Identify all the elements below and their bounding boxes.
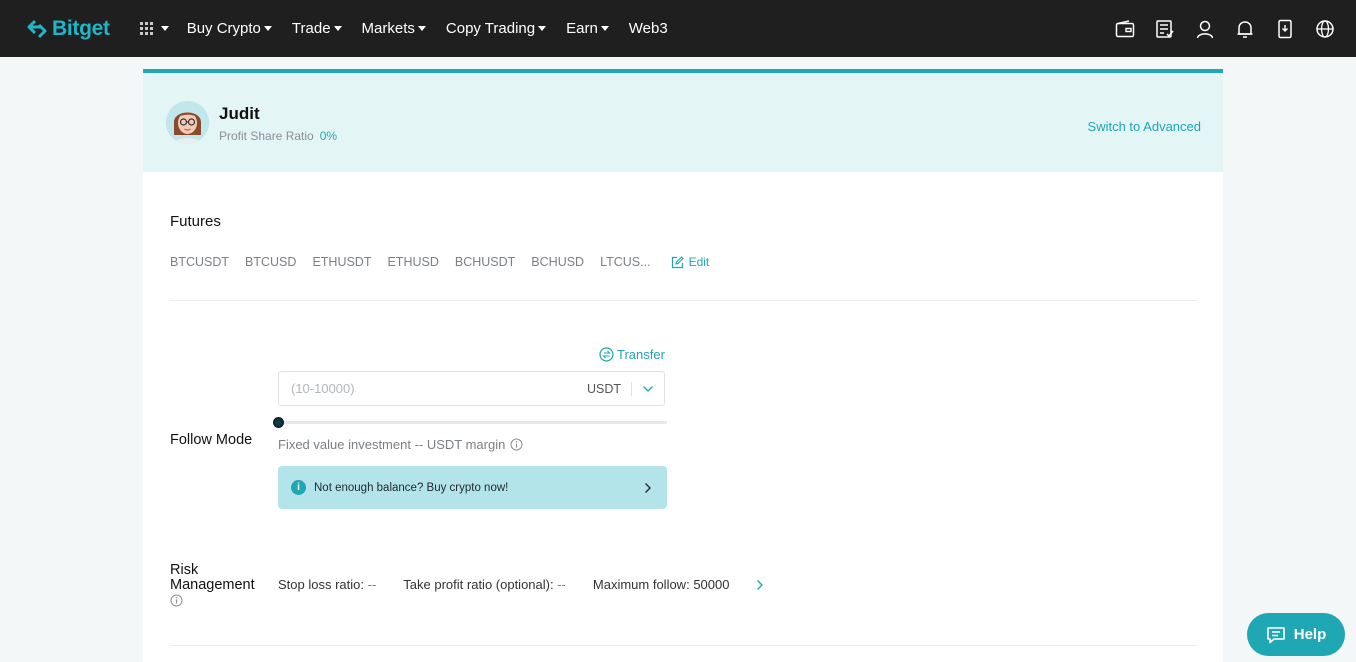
buy-crypto-banner[interactable]: i Not enough balance? Buy crypto now! xyxy=(278,466,667,509)
orders-icon[interactable] xyxy=(1154,18,1176,40)
amount-slider-track[interactable] xyxy=(278,421,667,424)
edit-icon xyxy=(671,255,684,268)
download-icon[interactable] xyxy=(1274,18,1296,40)
transfer-button[interactable]: Transfer xyxy=(599,347,665,362)
nav-label: Trade xyxy=(291,20,331,37)
follow-mode-description: Fixed value investment -- USDT margin xyxy=(278,437,523,452)
help-button[interactable]: Help xyxy=(1247,613,1345,656)
banner-text: Not enough balance? Buy crypto now! xyxy=(314,481,509,494)
follow-mode-description-text: Fixed value investment -- USDT margin xyxy=(278,437,506,452)
wallet-icon[interactable] xyxy=(1114,18,1136,40)
risk-settings-row[interactable]: Stop loss ratio: -- Take profit ratio (o… xyxy=(278,577,764,592)
logo-text: Bitget xyxy=(52,16,110,40)
amount-input[interactable] xyxy=(279,381,587,396)
chevron-down-icon xyxy=(643,385,653,392)
risk-label-line2: Management xyxy=(170,577,255,593)
max-follow-value: 50000 xyxy=(693,577,730,592)
futures-section-title: Futures xyxy=(170,213,221,230)
take-profit-item: Take profit ratio (optional): -- xyxy=(403,577,566,592)
pair-item[interactable]: ETHUSDT xyxy=(312,255,371,269)
chevron-down-icon xyxy=(538,26,547,31)
pair-item[interactable]: BCHUSDT xyxy=(455,255,515,269)
chevron-down-icon xyxy=(333,26,342,31)
apps-menu-button[interactable] xyxy=(139,22,169,35)
risk-label-line1: Risk xyxy=(170,562,199,578)
avatar xyxy=(166,101,209,144)
edit-pairs-button[interactable]: Edit xyxy=(671,255,710,269)
nav-label: Earn xyxy=(566,20,598,37)
stop-loss-value: -- xyxy=(367,577,377,592)
profit-share-row: Profit Share Ratio 0% xyxy=(219,129,337,143)
unit-label: USDT xyxy=(586,381,621,396)
amount-slider-handle[interactable] xyxy=(273,417,284,428)
take-profit-value: -- xyxy=(557,577,566,592)
trader-name: Judit xyxy=(219,104,260,123)
apps-grid-icon xyxy=(139,22,153,35)
chevron-down-icon xyxy=(600,26,609,31)
stop-loss-item: Stop loss ratio: -- xyxy=(278,577,376,592)
section-divider xyxy=(170,300,1197,301)
trader-profile-header: Judit Profit Share Ratio 0% Switch to Adv… xyxy=(143,73,1223,172)
amount-field: USDT xyxy=(278,371,665,406)
take-profit-label: Take profit ratio (optional): xyxy=(403,577,554,592)
chevron-down-icon xyxy=(263,26,272,31)
profit-share-label: Profit Share Ratio xyxy=(219,129,314,143)
nav-buy-crypto[interactable]: Buy Crypto xyxy=(187,20,272,37)
bell-icon[interactable] xyxy=(1234,18,1256,40)
nav-right-icons xyxy=(1096,0,1336,57)
profit-share-value: 0% xyxy=(319,129,338,143)
nav-markets[interactable]: Markets xyxy=(362,20,426,37)
unit-dropdown[interactable] xyxy=(632,385,664,393)
nav-label: Markets xyxy=(361,20,415,37)
info-icon: i xyxy=(291,480,306,495)
main-nav: Buy Crypto Trade Markets Copy Trading Ea… xyxy=(187,20,688,37)
pair-item[interactable]: BCHUSD xyxy=(531,255,584,269)
chat-icon xyxy=(1266,626,1285,643)
futures-pairs-list: BTCUSDT BTCUSD ETHUSDT ETHUSD BCHUSDT BC… xyxy=(170,255,709,269)
pair-item[interactable]: BTCUSDT xyxy=(170,255,229,269)
info-icon[interactable] xyxy=(510,438,523,451)
chevron-down-icon xyxy=(417,26,426,31)
follow-mode-label: Follow Mode xyxy=(170,432,253,448)
bitget-logo[interactable]: Bitget xyxy=(26,17,110,41)
stop-loss-label: Stop loss ratio: xyxy=(278,577,364,592)
pair-item[interactable]: BTCUSD xyxy=(245,255,296,269)
nav-label: Copy Trading xyxy=(445,20,536,37)
nav-web3[interactable]: Web3 xyxy=(629,20,668,37)
section-divider xyxy=(170,645,1197,646)
nav-label: Buy Crypto xyxy=(186,20,261,37)
transfer-icon xyxy=(599,347,614,362)
nav-earn[interactable]: Earn xyxy=(566,20,609,37)
chevron-down-icon xyxy=(160,26,169,31)
risk-management-label: Risk Management xyxy=(170,563,255,593)
max-follow-label: Maximum follow: xyxy=(592,577,690,592)
chevron-right-icon xyxy=(645,482,651,493)
risk-info-icon[interactable] xyxy=(170,594,183,612)
max-follow-item: Maximum follow: 50000 xyxy=(593,577,730,592)
globe-icon[interactable] xyxy=(1314,18,1336,40)
nav-label: Web3 xyxy=(628,20,668,37)
help-label: Help xyxy=(1293,626,1327,643)
switch-to-advanced-link[interactable]: Switch to Advanced xyxy=(1088,119,1201,134)
bitget-logo-icon xyxy=(27,19,47,38)
copy-settings-card: Judit Profit Share Ratio 0% Switch to Adv… xyxy=(143,69,1223,662)
nav-copy-trading[interactable]: Copy Trading xyxy=(445,20,547,37)
edit-label: Edit xyxy=(688,255,710,269)
transfer-label: Transfer xyxy=(617,347,665,362)
chevron-right-icon[interactable] xyxy=(756,579,764,591)
user-icon[interactable] xyxy=(1194,18,1216,40)
top-navbar: Bitget Buy Crypto Trade Markets Copy Tra… xyxy=(0,0,1356,57)
pair-item[interactable]: ETHUSD xyxy=(387,255,438,269)
nav-trade[interactable]: Trade xyxy=(292,20,342,37)
pair-item[interactable]: LTCUS... xyxy=(600,255,650,269)
